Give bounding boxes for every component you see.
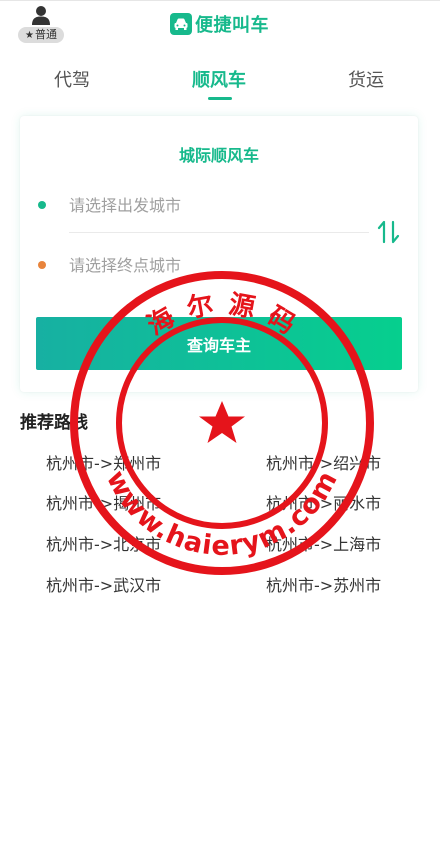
seal-star-icon [199, 401, 245, 443]
tab-carpool[interactable]: 顺风车 [192, 66, 246, 92]
route-item[interactable]: 杭州市->苏州市 [266, 572, 381, 596]
service-tabs: 代驾 顺风车 货运 [0, 58, 440, 104]
user-profile[interactable]: ★普通 [18, 4, 64, 43]
input-divider [69, 232, 369, 233]
tab-freight[interactable]: 货运 [348, 66, 384, 92]
brand-name: 便捷叫车 [195, 15, 269, 36]
top-border [0, 0, 440, 1]
end-point-dot [38, 261, 46, 269]
intercity-carpool-card: 城际顺风车 查询车主 [20, 116, 418, 392]
departure-city-input[interactable] [69, 192, 369, 218]
destination-city-input[interactable] [69, 252, 369, 278]
card-title: 城际顺风车 [178, 146, 259, 165]
swap-cities-icon[interactable] [376, 218, 402, 246]
route-item[interactable]: 杭州市->绍兴市 [266, 450, 381, 474]
route-item[interactable]: 杭州市->上海市 [266, 531, 381, 555]
user-level-badge: ★普通 [18, 27, 64, 43]
car-logo-icon [170, 13, 192, 35]
user-avatar-icon [32, 6, 50, 25]
route-item[interactable]: 杭州市->北京市 [46, 531, 161, 555]
route-item[interactable]: 杭州市->丽水市 [266, 490, 381, 514]
route-item[interactable]: 杭州市->郑州市 [46, 450, 161, 474]
route-item[interactable]: 杭州市->武汉市 [46, 572, 161, 596]
recommended-routes-title: 推荐路线 [20, 413, 88, 433]
search-drivers-button[interactable]: 查询车主 [36, 317, 402, 370]
user-level-label: 普通 [34, 28, 57, 41]
active-tab-indicator [208, 97, 232, 100]
start-point-dot [38, 201, 46, 209]
tab-designated-driver[interactable]: 代驾 [54, 66, 90, 92]
brand: 便捷叫车 [170, 12, 269, 36]
route-item[interactable]: 杭州市->揭州市 [46, 490, 161, 514]
star-icon: ★ [25, 30, 34, 41]
